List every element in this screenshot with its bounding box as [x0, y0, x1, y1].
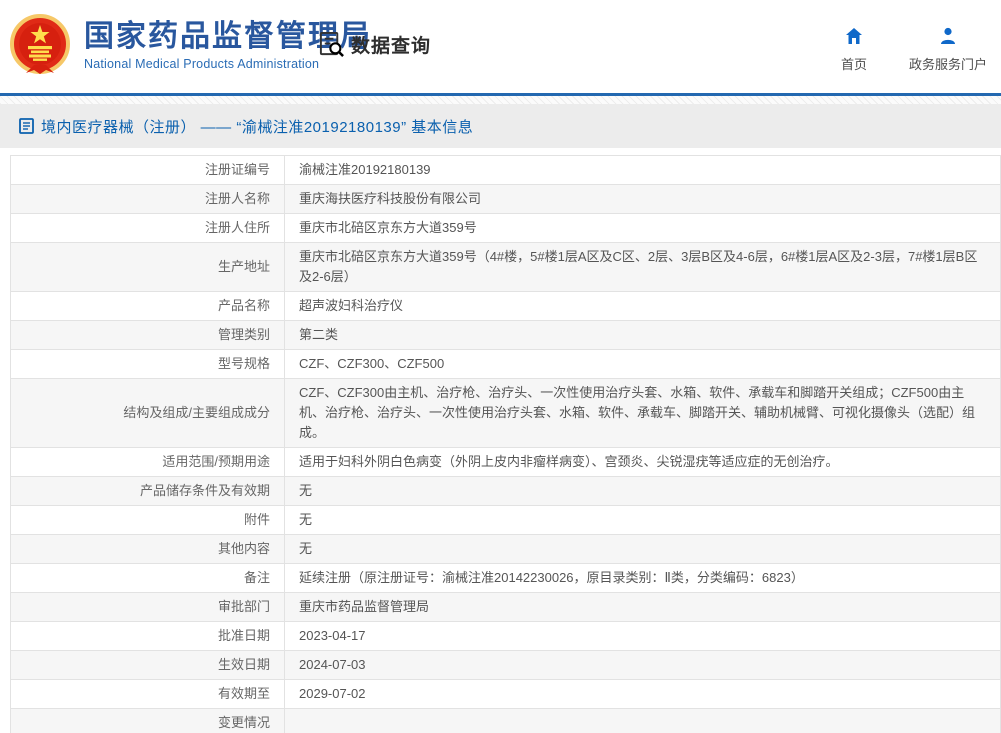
- row-value: 重庆海扶医疗科技股份有限公司: [284, 184, 1001, 214]
- row-label: 生产地址: [10, 242, 285, 292]
- row-label: 型号规格: [10, 349, 285, 379]
- registration-table-body: 注册证编号 渝械注准20192180139 注册人名称 重庆海扶医疗科技股份有限公司注…: [10, 155, 1001, 733]
- table-row: 审批部门 重庆市药品监督管理局: [10, 592, 1001, 622]
- row-value: 2029-07-02: [284, 679, 1001, 709]
- row-value: 渝械注准20192180139: [284, 155, 1001, 185]
- national-emblem-icon: [10, 14, 70, 74]
- row-label: 注册人住所: [10, 213, 285, 243]
- breadcrumb-text: 境内医疗器械（注册） —— “渝械注准20192180139” 基本信息: [41, 118, 474, 136]
- table-row: 注册证编号 渝械注准20192180139: [10, 155, 1001, 185]
- row-value: 延续注册（原注册证号：渝械注准20142230026，原目录类别：Ⅱ类，分类编码…: [284, 563, 1001, 593]
- data-query-title: 数据查询: [351, 36, 432, 57]
- row-label: 附件: [10, 505, 285, 535]
- table-row: 生效日期 2024-07-03: [10, 650, 1001, 680]
- row-label: 产品名称: [10, 291, 285, 321]
- page-header: 国家药品监督管理局 National Medical Products Admi…: [0, 0, 1001, 93]
- row-label: 其他内容: [10, 534, 285, 564]
- row-value: CZF、CZF300、CZF500: [284, 349, 1001, 379]
- table-row: 其他内容无: [10, 534, 1001, 564]
- person-icon: [940, 27, 955, 44]
- row-label: 结构及组成/主要组成成分: [10, 378, 285, 448]
- row-label: 产品储存条件及有效期: [10, 476, 285, 506]
- table-row: 结构及组成/主要组成成分 CZF、CZF300由主机、治疗枪、治疗头、一次性使用治…: [10, 378, 1001, 448]
- table-row: 管理类别 第二类: [10, 320, 1001, 350]
- row-value: 适用于妇科外阴白色病变（外阴上皮内非瘤样病变）、宫颈炎、尖锐湿疣等适应症的无创治…: [284, 447, 1001, 477]
- table-row: 适用范围/预期用途 适用于妇科外阴白色病变（外阴上皮内非瘤样病变）、宫颈炎、尖锐湿…: [10, 447, 1001, 477]
- row-value: [284, 708, 1001, 733]
- row-value: CZF、CZF300由主机、治疗枪、治疗头、一次性使用治疗头套、水箱、软件、承载…: [284, 378, 1001, 448]
- row-label: 注册人名称: [10, 184, 285, 214]
- row-value: 重庆市北碚区京东方大道359号: [284, 213, 1001, 243]
- document-icon: [19, 118, 34, 134]
- data-query-section: 数据查询: [318, 31, 431, 58]
- row-label: 批准日期: [10, 621, 285, 651]
- row-value: 2024-07-03: [284, 650, 1001, 680]
- nav-gov-portal[interactable]: 政务服务门户: [909, 26, 987, 73]
- row-value: 无: [284, 505, 1001, 535]
- nav-home-label: 首页: [840, 57, 867, 72]
- document-search-icon: [319, 31, 344, 57]
- table-row: 生产地址 重庆市北碚区京东方大道359号（4#楼，5#楼1层A区及C区、2层、3层…: [10, 242, 1001, 292]
- registration-table: 注册证编号 渝械注准20192180139 注册人名称 重庆海扶医疗科技股份有限公司注…: [10, 155, 1001, 733]
- table-row: 产品储存条件及有效期无: [10, 476, 1001, 506]
- row-label: 备注: [10, 563, 285, 593]
- table-row: 注册人住所 重庆市北碚区京东方大道359号: [10, 213, 1001, 243]
- row-value: 第二类: [284, 320, 1001, 350]
- row-value: 无: [284, 534, 1001, 564]
- row-value: 重庆市北碚区京东方大道359号（4#楼，5#楼1层A区及C区、2层、3层B区及4…: [284, 242, 1001, 292]
- top-nav: 首页 政务服务门户: [841, 26, 987, 73]
- row-label: 审批部门: [10, 592, 285, 622]
- table-row: 产品名称 超声波妇科治疗仪: [10, 291, 1001, 321]
- row-label: 生效日期: [10, 650, 285, 680]
- table-row: 批准日期 2023-04-17: [10, 621, 1001, 651]
- home-icon: [845, 28, 862, 44]
- row-label: 变更情况: [10, 708, 285, 733]
- table-row: 有效期至 2029-07-02: [10, 679, 1001, 709]
- table-row: 附件无: [10, 505, 1001, 535]
- org-title-en: National Medical Products Administration: [84, 56, 320, 71]
- row-label: 注册证编号: [10, 155, 285, 185]
- row-label: 管理类别: [10, 320, 285, 350]
- row-value: 无: [284, 476, 1001, 506]
- hatch-strip: [0, 96, 1001, 104]
- row-label: 有效期至: [10, 679, 285, 709]
- table-row: 注册人名称 重庆海扶医疗科技股份有限公司: [10, 184, 1001, 214]
- row-value: 2023-04-17: [284, 621, 1001, 651]
- row-value: 超声波妇科治疗仪: [284, 291, 1001, 321]
- nav-gov-portal-label: 政务服务门户: [908, 57, 987, 72]
- nav-home[interactable]: 首页: [841, 26, 867, 73]
- row-label: 适用范围/预期用途: [10, 447, 285, 477]
- breadcrumb: 境内医疗器械（注册） —— “渝械注准20192180139” 基本信息: [0, 104, 1001, 148]
- registration-info-section: 注册证编号 渝械注准20192180139 注册人名称 重庆海扶医疗科技股份有限公司注…: [10, 155, 1001, 733]
- table-row: 型号规格 CZF、CZF300、CZF500: [10, 349, 1001, 379]
- row-value: 重庆市药品监督管理局: [284, 592, 1001, 622]
- table-row: 备注 延续注册（原注册证号：渝械注准20142230026，原目录类别：Ⅱ类，分类…: [10, 563, 1001, 593]
- table-row: 变更情况: [10, 708, 1001, 733]
